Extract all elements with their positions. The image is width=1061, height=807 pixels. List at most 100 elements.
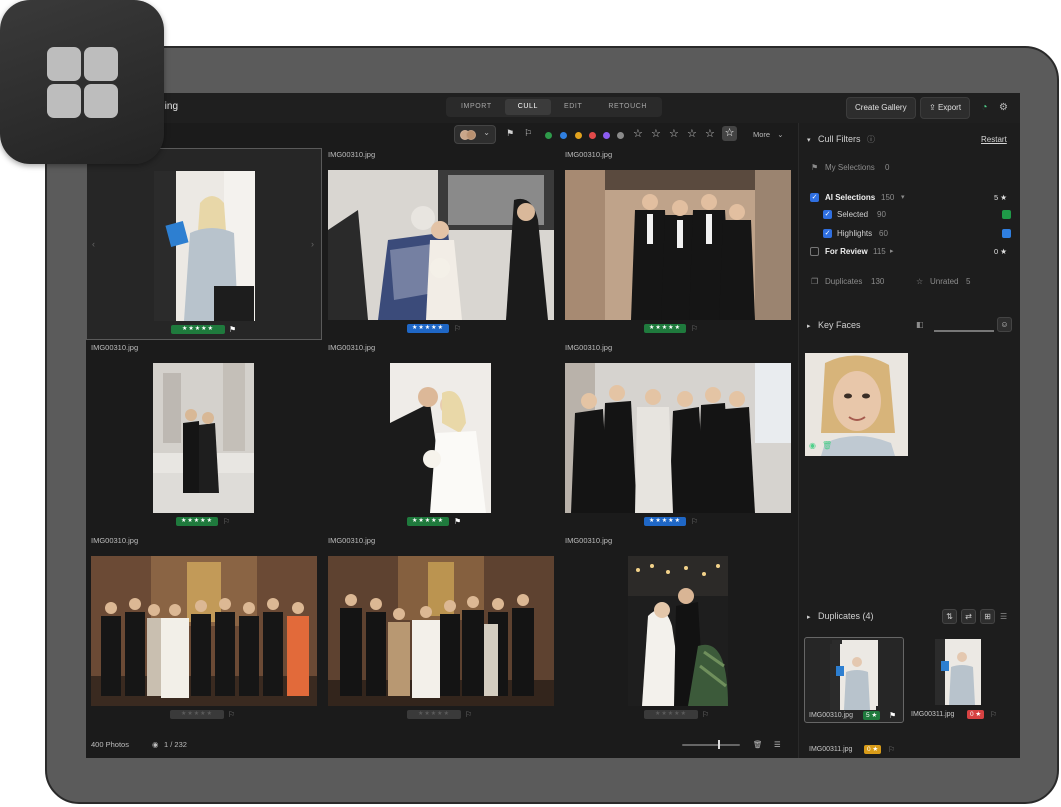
photo-cell[interactable]: IMG00310.jpg ★★★★★ ⚐ [86,341,322,533]
key-face-card[interactable]: ◉ 🗑 [805,353,908,456]
flag-icon[interactable]: ⚐ [465,710,472,719]
unrated-count: 5 [966,277,971,286]
sort-icon[interactable]: ⇅ [942,609,957,624]
color-label-green[interactable] [545,132,552,139]
color-label-blue[interactable] [560,132,567,139]
highlights-label[interactable]: Highlights [837,229,872,238]
ai-selections-checkbox[interactable]: ✓ [810,193,819,202]
photo-cell[interactable]: IMG00310.jpg ★★★★★ ⚐ [560,341,796,533]
caret-right-icon[interactable]: ▸ [890,247,894,255]
info-icon[interactable]: ⓘ [867,134,875,145]
grid-size-icon[interactable]: ◧ [916,320,924,329]
star-rating[interactable]: ★★★★★ [407,710,461,719]
more-dropdown[interactable]: More ⌄ [753,130,783,139]
for-review-label[interactable]: For Review [825,247,868,256]
selected-checkbox[interactable]: ✓ [823,210,832,219]
flag-icon[interactable]: ⚐ [223,517,230,526]
flag-outline-icon[interactable]: ⚐ [524,128,532,139]
color-label-red[interactable] [589,132,596,139]
my-selections-label[interactable]: My Selections [825,163,875,172]
for-review-checkbox[interactable] [810,247,819,256]
flag-icon[interactable]: ⚐ [990,710,997,719]
color-label-yellow[interactable] [575,132,582,139]
tab-import[interactable]: IMPORT [448,99,505,115]
grid-tile-icon [84,84,118,118]
photo-cell[interactable]: IMG00310.jpg ★★★★★ ⚐ [86,534,322,726]
color-label-purple[interactable] [603,132,610,139]
duplicate-filename: IMG00311.jpg [911,711,955,718]
duplicate-star-badge: 0 ★ [967,710,985,719]
slider-handle[interactable] [718,740,720,749]
caret-right-icon[interactable]: ▸ [807,322,811,330]
photo-cell[interactable]: IMG00310.jpg ★★★★★ ⚐ [560,534,796,726]
swap-icon[interactable]: ⇄ [961,609,976,624]
restart-link[interactable]: Restart [981,135,1007,144]
flag-icon[interactable]: ⚑ [229,325,236,334]
photo-cell[interactable]: IMG00310.jpg ★★★★★ ⚑ [323,341,559,533]
star-rating[interactable]: ★★★★★ [170,710,224,719]
star-filter-5-icon[interactable]: ☆ [705,127,715,140]
export-button[interactable]: ⇪ Export [920,97,971,119]
caret-right-icon[interactable]: ▸ [807,613,811,621]
duplicate-item[interactable]: IMG00311.jpg 0 ★ ⚐ [911,637,1011,723]
bottom-bar: 400 Photos ◉ 1 / 232 🗑 ☰ [86,731,798,758]
selected-label[interactable]: Selected [837,210,868,219]
face-filter-dropdown[interactable]: ⌄ [454,125,496,144]
star-filter-all-icon[interactable]: ☆ [722,126,737,141]
flag-icon[interactable]: ⚑ [889,711,896,720]
star-filter-3-icon[interactable]: ☆ [669,127,679,140]
photo-image [390,363,491,513]
star-rating[interactable]: ★★★★★ [644,710,698,719]
chevron-left-icon[interactable]: ‹ [92,239,95,249]
thumbnail-size-slider[interactable] [682,744,740,746]
tab-retouch[interactable]: RETOUCH [595,99,660,115]
photo-filename: IMG00310.jpg [91,343,139,352]
photo-cell[interactable]: IMG00310.jpg ★★★★★ ⚐ [323,148,559,340]
tab-edit[interactable]: EDIT [551,99,595,115]
list-view-icon[interactable]: ☰ [1000,612,1007,621]
highlights-count: 60 [879,229,888,238]
duplicate-thumbnail [935,639,981,705]
star-rating[interactable]: ★★★★★ [407,517,449,526]
face-size-slider[interactable] [934,330,994,332]
caret-down-icon[interactable]: ▾ [901,193,905,201]
photo-cell[interactable]: IMG00310.jpg ★★★★★ ⚐ [560,148,796,340]
star-filter-4-icon[interactable]: ☆ [687,127,697,140]
star-rating[interactable]: ★★★★★ [644,324,686,333]
eye-icon[interactable]: ◉ [809,441,816,450]
gear-icon[interactable]: ⚙ [998,102,1009,113]
chevron-right-icon[interactable]: › [311,239,314,249]
color-label-gray[interactable] [617,132,624,139]
flag-icon[interactable]: ⚐ [691,517,698,526]
flag-icon[interactable]: ⚐ [888,745,895,754]
photo-cell[interactable]: IMG00310.jpg ★★★★★ ⚐ [323,534,559,726]
create-gallery-button[interactable]: Create Gallery [846,97,916,119]
trash-icon[interactable]: 🗑 [753,740,763,749]
chat-icon[interactable]: ◔ [979,102,990,113]
star-filter-2-icon[interactable]: ☆ [651,127,661,140]
flag-filled-icon[interactable]: ⚑ [506,128,514,139]
unrated-label[interactable]: Unrated [930,277,958,286]
flag-icon[interactable]: ⚐ [702,710,709,719]
flag-icon[interactable]: ⚑ [454,517,461,526]
tab-cull[interactable]: CULL [504,99,551,115]
flag-icon[interactable]: ⚐ [691,324,698,333]
flag-icon[interactable]: ⚐ [454,324,461,333]
star-filter-1-icon[interactable]: ☆ [633,127,643,140]
duplicate-item[interactable]: IMG00311.jpg 0 ★ ⚐ [804,736,904,758]
flag-icon[interactable]: ⚐ [228,710,235,719]
star-rating[interactable]: ★★★★★ [176,517,218,526]
mode-tabs: IMPORT CULL EDIT RETOUCH [446,97,663,117]
grid-view-icon[interactable]: ⊞ [980,609,995,624]
highlights-checkbox[interactable]: ✓ [823,229,832,238]
trash-icon[interactable]: 🗑 [822,441,832,450]
star-rating[interactable]: ★★★★★ [407,324,449,333]
photo-cell[interactable]: ★★★★★ ⚑ ‹ › [86,148,322,340]
star-rating[interactable]: ★★★★★ [171,325,225,334]
caret-down-icon[interactable]: ▾ [807,136,811,144]
face-smile-icon[interactable]: ☺ [997,317,1012,332]
list-view-icon[interactable]: ☰ [774,740,781,749]
star-rating[interactable]: ★★★★★ [644,517,686,526]
duplicates-label[interactable]: Duplicates [825,277,862,286]
ai-selections-label[interactable]: AI Selections [825,193,875,202]
